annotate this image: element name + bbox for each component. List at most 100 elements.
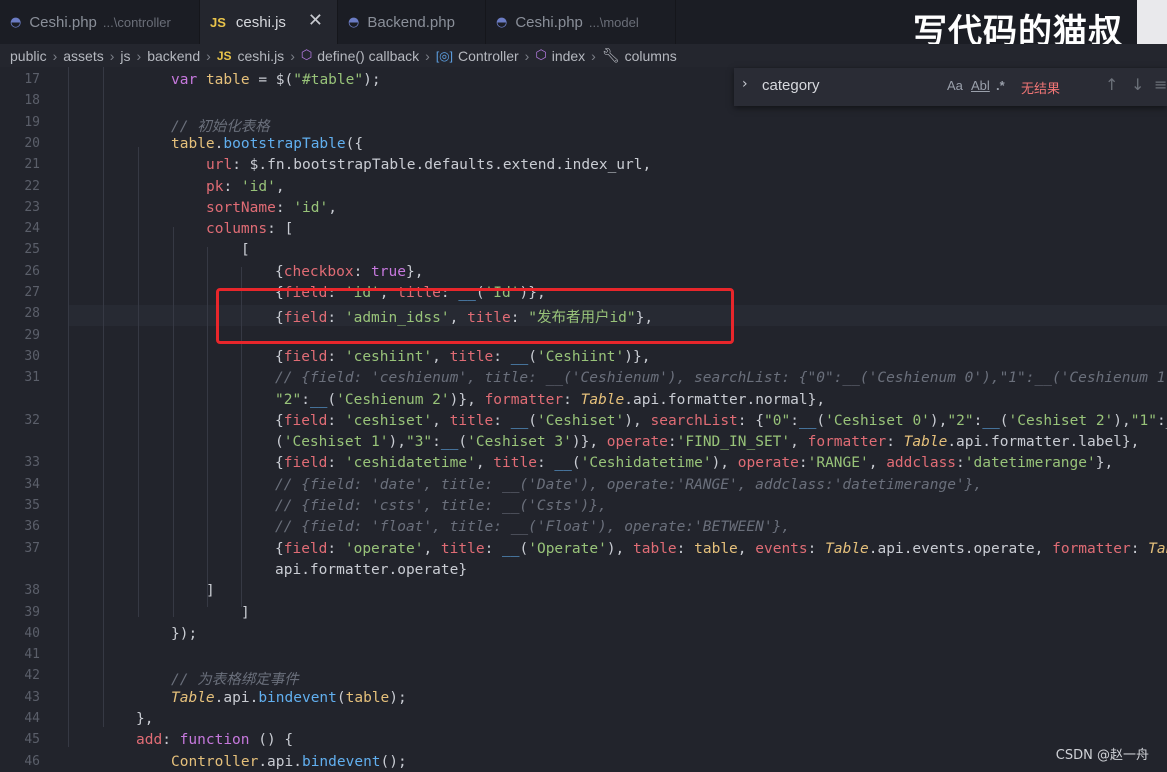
code-line[interactable]: // 为表格绑定事件 (171, 668, 299, 689)
breadcrumb-item[interactable]: js (120, 48, 130, 64)
code-line[interactable]: "2":__('Ceshienum 2')}, formatter: Table… (275, 392, 825, 408)
indent-guide (68, 67, 69, 747)
line-number: 31 (24, 370, 40, 386)
line-number: 24 (24, 221, 40, 237)
code-line[interactable]: columns: [ (206, 221, 293, 237)
menu-icon[interactable]: ≡ (1154, 75, 1167, 94)
csdn-credit: CSDN @赵一舟 (1055, 748, 1149, 763)
code-line[interactable]: {field: 'ceshiset', title: __('Ceshiset'… (275, 413, 1167, 429)
code-line[interactable]: var table = $("#table"); (171, 72, 381, 88)
line-number: 41 (24, 647, 40, 663)
code-line[interactable]: ('Ceshiset 1'),"3":__('Ceshiset 3')}, op… (275, 434, 1139, 450)
code-line[interactable]: {field: 'ceshidatetime', title: __('Cesh… (275, 455, 1113, 471)
tab-backend-php[interactable]: ◓ Backend.php (338, 0, 486, 44)
close-icon[interactable]: ✕ (308, 10, 323, 31)
line-number: 30 (24, 348, 40, 364)
tab-label: Ceshi.php (515, 13, 583, 31)
code-line[interactable]: }, (136, 711, 153, 727)
code-line[interactable]: ] (206, 583, 215, 599)
line-number: 37 (24, 540, 40, 556)
line-number: 23 (24, 199, 40, 215)
tab-label: Ceshi.php (29, 13, 97, 31)
find-input[interactable]: category (762, 77, 820, 94)
chevron-right-icon: › (136, 47, 142, 64)
tab-ceshi-php-model[interactable]: ◓ Ceshi.php ...\model (486, 0, 676, 44)
tab-path: ...\model (588, 14, 639, 30)
variable-icon: [◎] (435, 48, 453, 63)
cube-icon: ⬡ (300, 48, 313, 63)
chevron-right-icon[interactable]: › (742, 76, 748, 92)
line-number: 22 (24, 178, 40, 194)
find-widget: › category Aa Abl .* 无结果 ↑ ↓ ≡ (734, 68, 1167, 106)
highlight-annotation-box (216, 288, 734, 344)
code-line[interactable]: pk: 'id', (206, 179, 285, 195)
arrow-down-icon[interactable]: ↓ (1131, 75, 1144, 94)
code-line[interactable]: }); (171, 626, 197, 642)
code-line[interactable]: Controller.api.bindevent(); (171, 754, 407, 770)
code-line[interactable]: // {field: 'ceshienum', title: __('Ceshi… (275, 370, 1167, 386)
breadcrumb-item[interactable]: Controller (458, 48, 519, 64)
code-line[interactable]: [ (241, 242, 250, 258)
breadcrumb-item[interactable]: ceshi.js (238, 48, 285, 64)
tab-ceshi-php-controller[interactable]: ◓ Ceshi.php ...\controller (0, 0, 200, 44)
indent-guide (103, 67, 104, 727)
editor-tab-bar: ◓ Ceshi.php ...\controller JS ceshi.js ✕… (0, 0, 1167, 52)
match-case-icon[interactable]: Aa (947, 78, 963, 93)
indent-guide (138, 147, 139, 617)
breadcrumb-item[interactable]: assets (63, 48, 103, 64)
line-number: 38 (24, 583, 40, 599)
tab-path: ...\controller (102, 14, 171, 30)
indent-guide (173, 227, 174, 617)
breadcrumb-item[interactable]: backend (147, 48, 200, 64)
breadcrumb: public › assets › js › backend › JS ceshi.js… (0, 44, 1167, 67)
chevron-right-icon: › (290, 47, 295, 64)
code-line[interactable]: {field: 'operate', title: __('Operate'),… (275, 541, 1167, 557)
tab-ceshi-js[interactable]: JS ceshi.js ✕ (200, 0, 338, 44)
breadcrumb-item[interactable]: public (10, 48, 47, 64)
line-number: 18 (24, 93, 40, 109)
line-number: 45 (24, 732, 40, 748)
code-line[interactable]: table.bootstrapTable({ (171, 136, 363, 152)
code-line[interactable]: api.formatter.operate} (275, 562, 467, 578)
line-number: 34 (24, 476, 40, 492)
chevron-right-icon: › (109, 47, 115, 64)
line-number: 44 (24, 711, 40, 726)
cube-icon: ⬡ (535, 48, 547, 63)
code-line[interactable]: sortName: 'id', (206, 200, 337, 216)
breadcrumb-item[interactable]: define() callback (317, 48, 419, 64)
code-line[interactable]: {checkbox: true}, (275, 264, 423, 280)
breadcrumb-item[interactable]: columns (625, 48, 677, 64)
arrow-up-icon[interactable]: ↑ (1105, 75, 1118, 94)
code-line[interactable]: url: $.fn.bootstrapTable.defaults.extend… (206, 157, 651, 173)
line-number: 39 (24, 604, 40, 620)
code-line[interactable]: // {field: 'csts', title: __('Csts')}, (275, 498, 607, 514)
chevron-right-icon: › (524, 47, 530, 64)
line-number: 43 (24, 689, 40, 705)
line-number: 33 (24, 455, 40, 471)
find-result-status: 无结果 (1021, 82, 1061, 97)
code-line[interactable]: ] (241, 605, 250, 621)
line-number: 19 (24, 114, 40, 130)
line-number: 27 (24, 285, 40, 300)
code-line[interactable]: // {field: 'float', title: __('Float'), … (275, 519, 790, 535)
breadcrumb-item[interactable]: index (552, 48, 585, 64)
chevron-right-icon: › (425, 47, 430, 64)
php-elephant-icon: ◓ (496, 14, 508, 30)
code-line[interactable]: // {field: 'date', title: __('Date'), op… (275, 477, 982, 493)
code-editor[interactable]: 17 18 19 20 21 22 23 24 25 26 27 28 29 30 31 32 33 34 35 36… (0, 67, 1167, 772)
chevron-right-icon: › (591, 47, 596, 64)
line-number: 36 (24, 519, 40, 535)
indent-guide (207, 247, 208, 607)
tab-label: Backend.php (367, 13, 455, 31)
code-line[interactable]: Table.api.bindevent(table); (171, 690, 407, 706)
line-number: 20 (24, 135, 40, 151)
wrench-icon: 🔧︎ (601, 47, 620, 64)
line-number: 46 (24, 753, 40, 769)
tab-label: ceshi.js (235, 13, 286, 31)
regex-icon[interactable]: .* (996, 78, 1005, 93)
whole-word-icon[interactable]: Abl (971, 78, 990, 93)
code-line[interactable]: add: function () { (136, 732, 293, 748)
code-line[interactable]: // 初始化表格 (171, 115, 270, 136)
line-number: 32 (24, 412, 40, 428)
code-line[interactable]: {field: 'ceshiint', title: __('Ceshiint'… (275, 349, 650, 365)
